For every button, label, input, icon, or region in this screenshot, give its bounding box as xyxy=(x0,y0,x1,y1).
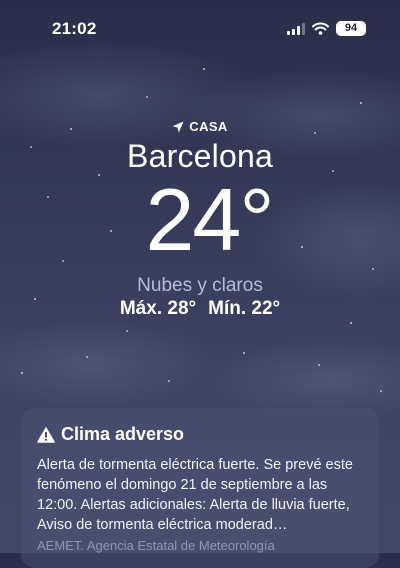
max-temperature: Máx. 28° xyxy=(119,298,197,319)
alert-title: Clima adverso xyxy=(61,424,185,444)
battery-icon: 94 xyxy=(336,21,366,36)
status-icons: 94 xyxy=(287,21,366,36)
high-low-temperatures: Máx. 28° Mín. 22° xyxy=(0,298,400,320)
location-label: CASA xyxy=(0,119,400,134)
status-bar: 21:02 94 xyxy=(0,0,400,56)
location-label-text: CASA xyxy=(189,119,228,134)
severe-weather-alert-card[interactable]: Clima adverso Alerta de tormenta eléctri… xyxy=(21,408,379,568)
status-time: 21:02 xyxy=(52,19,97,38)
alert-description: Alerta de tormenta eléctrica fuerte. Se … xyxy=(37,457,353,533)
current-temperature: 24° xyxy=(145,170,274,269)
wifi-icon xyxy=(312,22,329,35)
warning-triangle-icon xyxy=(37,426,55,443)
cellular-signal-icon xyxy=(287,22,305,35)
location-arrow-icon xyxy=(172,121,184,132)
alert-source: AEMET. Agencia Estatal de Meteorología xyxy=(37,538,275,553)
weather-condition: Nubes y claros xyxy=(137,275,263,296)
alert-header: Clima adverso xyxy=(37,424,363,445)
min-temperature: Mín. 22° xyxy=(208,298,281,319)
